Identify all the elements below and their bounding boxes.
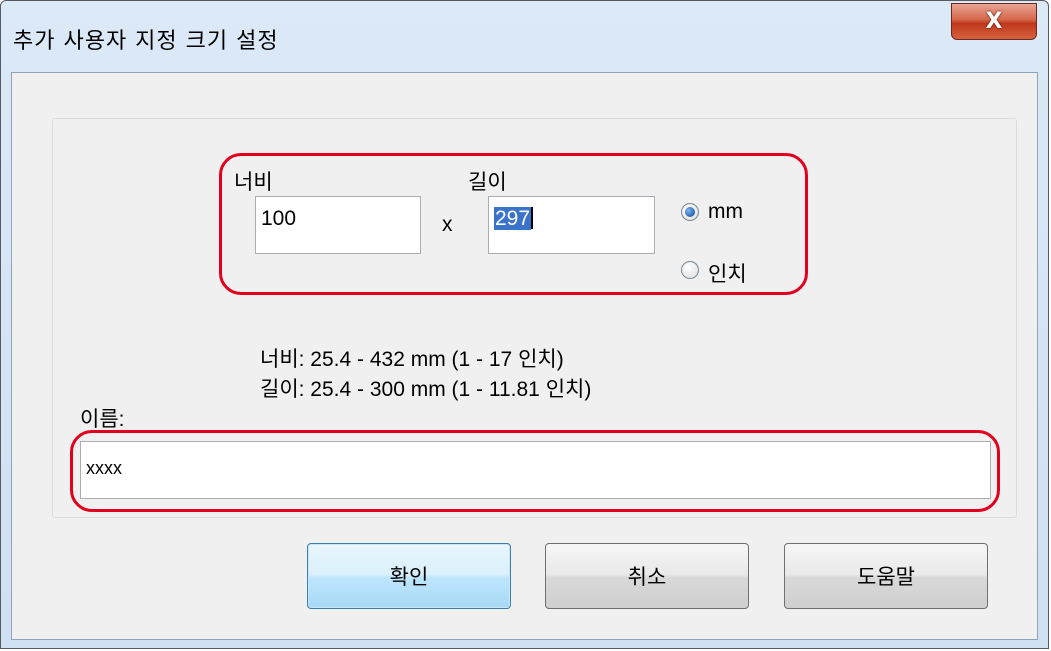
width-range-info: 너비: 25.4 - 432 mm (1 - 17 인치) [260, 348, 564, 371]
dialog-title: 추가 사용자 지정 크기 설정 [13, 29, 279, 54]
help-button[interactable]: 도움말 [784, 543, 988, 609]
help-button-label: 도움말 [857, 565, 915, 589]
length-range-info: 길이: 25.4 - 300 mm (1 - 11.81 인치) [260, 378, 592, 401]
size-highlight-frame [219, 153, 808, 295]
cancel-button[interactable]: 취소 [545, 543, 749, 609]
name-highlight-frame [70, 430, 1000, 512]
ok-button[interactable]: 확인 [307, 543, 511, 609]
name-label: 이름: [80, 408, 125, 431]
dialog-window: 추가 사용자 지정 크기 설정 X 너비 길이 100 x 297 mm 인치 … [0, 0, 1049, 649]
close-icon: X [985, 9, 1003, 34]
dialog-client-area: 너비 길이 100 x 297 mm 인치 너비: 25.4 - 432 mm … [11, 72, 1038, 640]
title-bar: 추가 사용자 지정 크기 설정 X [1, 1, 1048, 71]
cancel-button-label: 취소 [627, 565, 667, 589]
ok-button-label: 확인 [389, 565, 429, 589]
close-button[interactable]: X [951, 3, 1037, 40]
